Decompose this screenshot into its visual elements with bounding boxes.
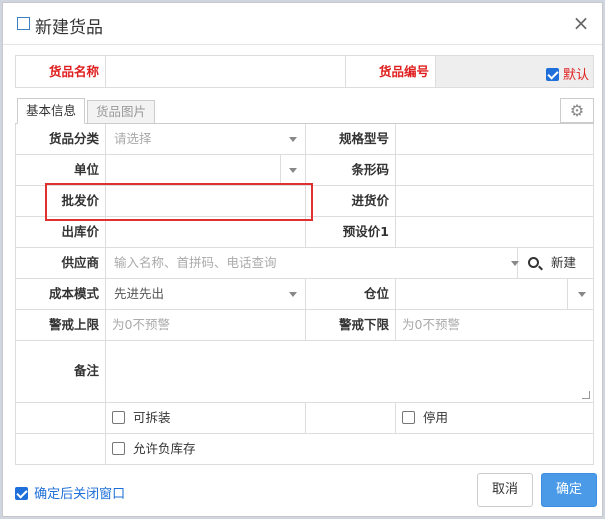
warehouse-label: 仓位	[306, 279, 396, 309]
chevron-down-icon[interactable]	[289, 292, 297, 297]
highlight-annotation	[45, 183, 313, 221]
barcode-label: 条形码	[306, 155, 396, 185]
form-row-note: 备注	[16, 341, 593, 403]
splittable-label: 可拆装	[132, 410, 171, 425]
form-row-outbound: 出库价 预设价1	[16, 217, 593, 248]
unit-label: 单位	[16, 155, 106, 185]
default-label: 默认	[562, 68, 589, 83]
purchase-price-label: 进货价	[306, 186, 396, 216]
goods-name-row: 货品名称 货品编号 默认	[15, 55, 594, 88]
disabled-checkbox[interactable]	[402, 411, 415, 424]
goods-code-input[interactable]: 默认	[436, 56, 593, 87]
spec-input[interactable]	[396, 124, 593, 154]
allow-negative-checkbox[interactable]	[112, 442, 125, 455]
goods-name-label: 货品名称	[16, 56, 106, 87]
dialog-title: 新建货品	[35, 18, 103, 38]
disabled-option[interactable]: 停用	[396, 403, 593, 433]
form-row-alert: 警戒上限 为0不预警 警戒下限 为0不预警	[16, 310, 593, 341]
tab-basic-info[interactable]: 基本信息	[17, 98, 86, 124]
spec-label: 规格型号	[306, 124, 396, 154]
cost-mode-label: 成本模式	[16, 279, 106, 309]
cost-mode-select[interactable]: 先进先出	[106, 279, 306, 309]
outbound-price-label: 出库价	[16, 217, 106, 247]
supplier-placeholder: 输入名称、首拼码、电话查询	[114, 255, 277, 270]
form-row-negative-stock: 允许负库存	[16, 434, 593, 465]
alert-lower-placeholder: 为0不预警	[402, 317, 460, 332]
barcode-input[interactable]	[396, 155, 593, 185]
category-select[interactable]: 请选择	[106, 124, 306, 154]
form-row-flags: 可拆装 停用	[16, 403, 593, 434]
category-label: 货品分类	[16, 124, 106, 154]
resize-handle[interactable]	[582, 391, 590, 399]
window-icon	[17, 17, 30, 30]
preset-price1-label: 预设价1	[306, 217, 396, 247]
form-row-cost-mode: 成本模式 先进先出 仓位	[16, 279, 593, 310]
alert-upper-label: 警戒上限	[16, 310, 106, 340]
alert-lower-label: 警戒下限	[306, 310, 396, 340]
new-goods-dialog: 新建货品 × 货品名称 货品编号 默认 基本信息 货品图片 ⚙ 货品分类 请选择…	[2, 2, 603, 517]
close-icon[interactable]: ×	[570, 13, 592, 35]
chevron-down-icon[interactable]	[578, 292, 586, 297]
close-after-confirm-checkbox[interactable]	[15, 487, 28, 500]
warehouse-select[interactable]	[396, 279, 593, 309]
tab-bar: 基本信息 货品图片 ⚙	[15, 98, 594, 124]
preset-price1-input[interactable]	[396, 217, 593, 247]
outbound-price-input[interactable]	[106, 217, 306, 247]
close-after-confirm-option[interactable]: 确定后关闭窗口	[15, 483, 125, 502]
note-textarea[interactable]	[106, 341, 593, 402]
cancel-button[interactable]: 取消	[477, 473, 533, 507]
basic-info-form: 货品分类 请选择 规格型号 单位 条形码 批发价 进货价 出库价 预设价1 供应…	[15, 124, 594, 465]
unit-select[interactable]	[106, 155, 306, 185]
purchase-price-input[interactable]	[396, 186, 593, 216]
form-row-category: 货品分类 请选择 规格型号	[16, 124, 593, 155]
supplier-search-button[interactable]	[518, 248, 548, 278]
form-row-supplier: 供应商 输入名称、首拼码、电话查询 新建	[16, 248, 593, 279]
supplier-label: 供应商	[16, 248, 106, 278]
alert-lower-input[interactable]: 为0不预警	[396, 310, 593, 340]
settings-gear-icon[interactable]: ⚙	[560, 98, 594, 123]
chevron-down-icon[interactable]	[289, 168, 297, 173]
splittable-option[interactable]: 可拆装	[106, 403, 306, 433]
close-after-confirm-label: 确定后关闭窗口	[34, 487, 126, 502]
ok-button[interactable]: 确定	[541, 473, 597, 507]
note-label: 备注	[16, 341, 106, 402]
cost-mode-value: 先进先出	[114, 286, 165, 301]
goods-code-label: 货品编号	[346, 56, 436, 87]
default-checkbox[interactable]	[545, 68, 559, 81]
category-placeholder: 请选择	[114, 131, 152, 146]
disabled-label: 停用	[422, 410, 448, 425]
supplier-select[interactable]: 输入名称、首拼码、电话查询	[106, 248, 519, 278]
default-checkbox-wrap[interactable]: 默认	[545, 64, 589, 83]
allow-negative-label: 允许负库存	[132, 441, 196, 456]
alert-upper-input[interactable]: 为0不预警	[106, 310, 306, 340]
allow-negative-option[interactable]: 允许负库存	[106, 434, 593, 464]
form-row-unit: 单位 条形码	[16, 155, 593, 186]
dialog-titlebar: 新建货品 ×	[3, 3, 602, 45]
tab-goods-images[interactable]: 货品图片	[87, 100, 156, 124]
new-supplier-button[interactable]: 新建	[551, 248, 593, 278]
goods-name-input[interactable]	[106, 56, 346, 87]
alert-upper-placeholder: 为0不预警	[112, 317, 170, 332]
splittable-checkbox[interactable]	[112, 411, 125, 424]
chevron-down-icon[interactable]	[289, 137, 297, 142]
search-icon[interactable]	[528, 257, 539, 268]
